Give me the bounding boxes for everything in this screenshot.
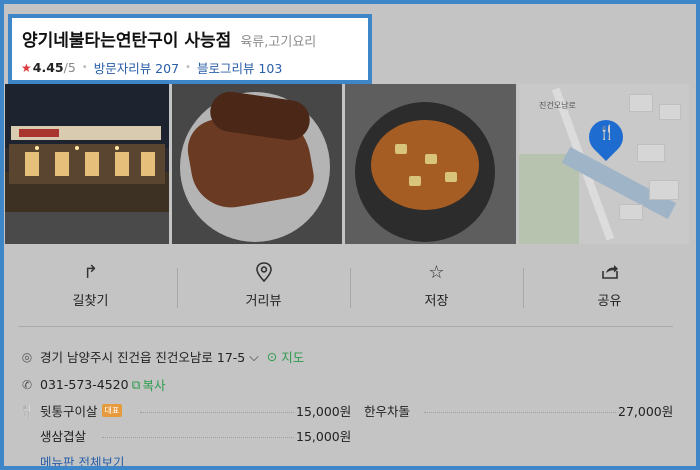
- separator-dot: •: [185, 62, 191, 73]
- copy-button[interactable]: 복사: [143, 375, 166, 394]
- signature-badge: 대표: [101, 404, 123, 417]
- utensils-icon: 🍴: [19, 403, 35, 418]
- phone-row: ✆ 031-573-4520 ⧉ 복사: [18, 375, 166, 394]
- save-label: 저장: [424, 294, 449, 309]
- map-thumbnail[interactable]: 진건오남로 🍴: [519, 84, 689, 244]
- storefront-sign: [11, 126, 161, 140]
- address-text: 경기 남양주시 진건읍 진건오남로 17-5: [40, 350, 246, 365]
- visitor-reviews-link[interactable]: 방문자리뷰 207: [94, 58, 179, 77]
- rating-max: /5: [63, 60, 76, 75]
- share-label: 공유: [597, 294, 622, 309]
- restaurant-icon: 🍴: [598, 125, 616, 141]
- photo-strip: 진건오남로 🍴: [5, 84, 689, 244]
- menu-item-price: 27,000원: [618, 404, 674, 419]
- copy-icon: ⧉: [131, 376, 141, 392]
- directions-button[interactable]: ↱ 길찾기: [4, 262, 177, 316]
- divider: [18, 326, 673, 327]
- directions-icon: ↱: [82, 262, 99, 283]
- directions-label: 길찾기: [72, 294, 109, 309]
- map-road-label: 진건오남로: [539, 101, 576, 110]
- full-menu-link[interactable]: 메뉴판 전체보기: [40, 452, 124, 470]
- place-card: 양기네불타는연탄구이 사능점 육류,고기요리 ★ 4.45 /5 • 방문자리뷰…: [4, 4, 696, 470]
- share-button[interactable]: 공유: [523, 262, 696, 316]
- address-row: ◎ 경기 남양주시 진건읍 진건오남로 17-5 ⌵ ⊙ 지도: [18, 347, 305, 366]
- photo-stew[interactable]: [345, 84, 516, 244]
- rating-value: 4.45: [32, 60, 64, 75]
- street-view-button[interactable]: 거리뷰: [177, 262, 350, 316]
- photo-storefront[interactable]: [5, 84, 169, 244]
- dotted-leader: [140, 412, 294, 413]
- location-icon: ◎: [21, 349, 33, 364]
- rating-row: ★ 4.45 /5 • 방문자리뷰 207 • 블로그리뷰 103: [21, 58, 282, 77]
- menu-item-price: 15,000원: [296, 404, 352, 419]
- star-outline-icon: ☆: [428, 262, 445, 283]
- street-view-icon: [255, 262, 273, 284]
- place-name[interactable]: 양기네불타는연탄구이 사능점: [22, 31, 231, 51]
- street-view-label: 거리뷰: [245, 294, 282, 309]
- menu-item-name: 뒷통구이살: [40, 404, 98, 419]
- menu-item-name: 생삼겹살: [40, 429, 87, 444]
- star-icon: ★: [21, 60, 32, 75]
- share-icon: [600, 262, 620, 284]
- title-row: 양기네불타는연탄구이 사능점 육류,고기요리: [22, 26, 316, 51]
- save-button[interactable]: ☆ 저장: [350, 262, 523, 316]
- dotted-leader: [424, 412, 616, 413]
- menu-item-price: 15,000원: [296, 429, 352, 444]
- separator-dot: •: [81, 62, 88, 73]
- phone-icon: ✆: [21, 377, 33, 392]
- chevron-down-icon[interactable]: ⌵: [249, 349, 258, 365]
- action-bar: ↱ 길찾기 거리뷰 ☆ 저장 공유: [4, 262, 696, 316]
- photo-grilled-meat[interactable]: [172, 84, 342, 244]
- dotted-leader: [102, 437, 294, 438]
- menu-item-name: 한우차돌: [364, 404, 411, 419]
- menu-row-1: 🍴 뒷통구이살 대표: [18, 401, 123, 420]
- blog-reviews-link[interactable]: 블로그리뷰 103: [197, 58, 282, 77]
- phone-number[interactable]: 031-573-4520: [40, 377, 129, 392]
- place-header: 양기네불타는연탄구이 사능점 육류,고기요리 ★ 4.45 /5 • 방문자리뷰…: [8, 14, 372, 84]
- map-pin-small-icon: ⊙: [266, 349, 278, 364]
- place-category: 육류,고기요리: [240, 35, 317, 50]
- map-link[interactable]: 지도: [281, 347, 304, 366]
